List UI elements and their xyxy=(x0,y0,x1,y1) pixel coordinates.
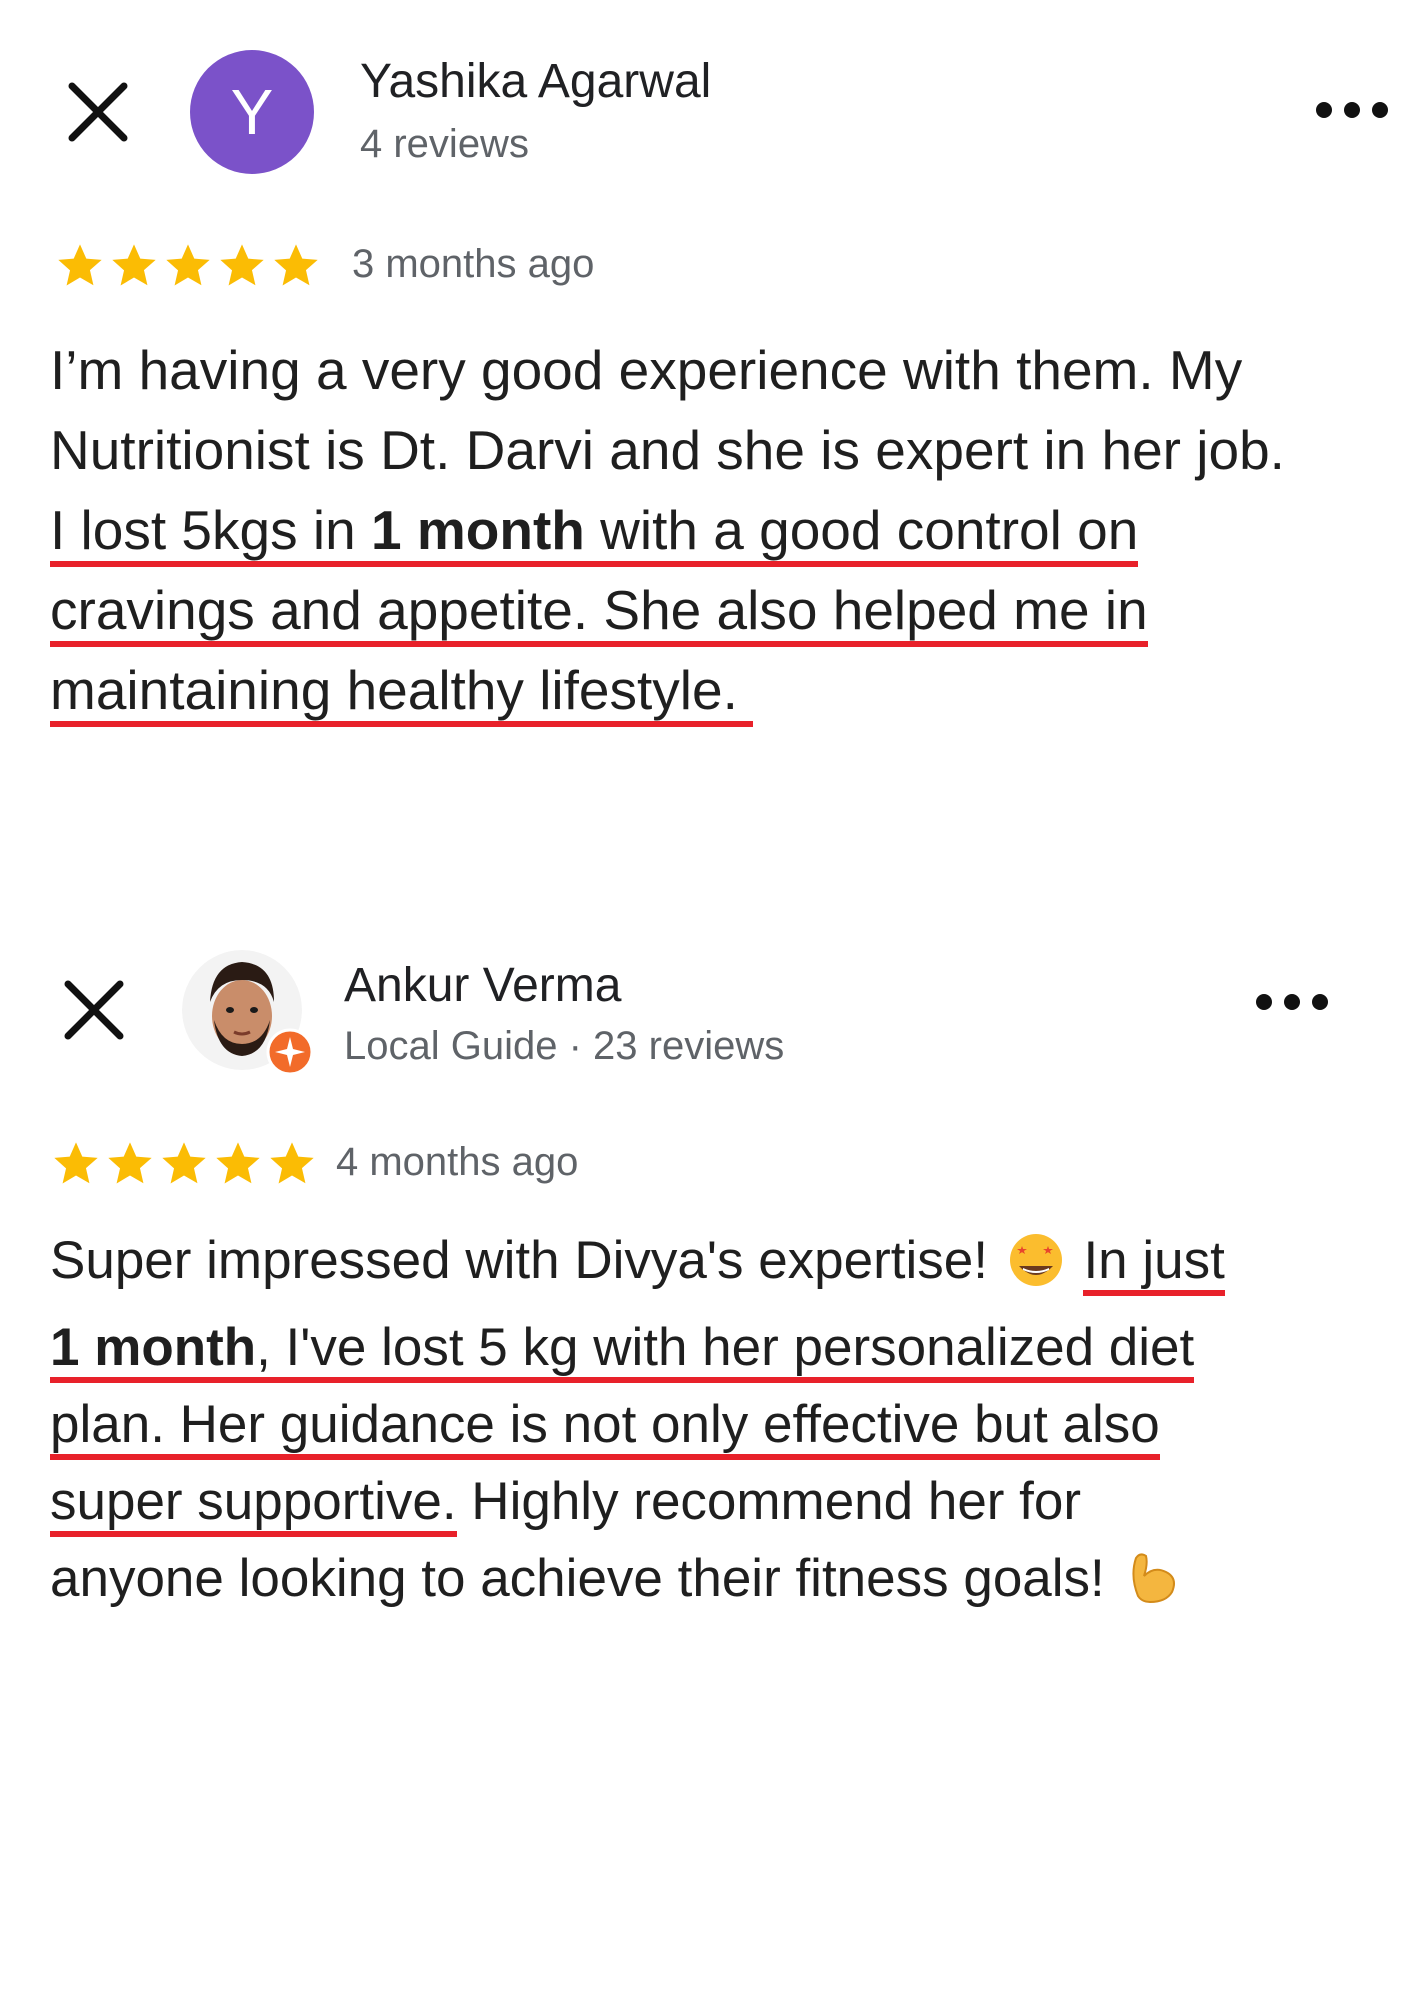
text-segment: with a good control on xyxy=(584,499,1139,561)
star-icon xyxy=(162,1142,206,1184)
star-struck-emoji-icon xyxy=(1003,1228,1069,1309)
star-icon xyxy=(166,244,210,286)
flexed-biceps-emoji-icon xyxy=(1120,1546,1184,1627)
star-icon xyxy=(270,1142,314,1184)
review-line: anyone looking to achieve their fitness … xyxy=(50,1540,1410,1627)
review-line: I’m having a very good experience with t… xyxy=(50,339,1243,401)
bold-text: 1 month xyxy=(370,499,585,561)
more-options-icon[interactable] xyxy=(1310,90,1394,130)
reviewer-meta: Local Guide · 23 reviews xyxy=(344,1024,785,1068)
bold-text: 1 month xyxy=(50,1318,257,1377)
review-line: cravings and appetite. She also helped m… xyxy=(50,570,1410,650)
star-rating xyxy=(50,1138,318,1190)
review-text: Super impressed with Divya's expertise! … xyxy=(50,1222,1410,1627)
text-segment: , I've lost 5 kg with her personalized d… xyxy=(256,1318,1195,1377)
highlighted-text: 1 month, I've lost 5 kg with her persona… xyxy=(50,1318,1195,1383)
highlighted-text: maintaining healthy lifestyle. xyxy=(50,659,754,727)
review-line: Super impressed with Divya's expertise! … xyxy=(50,1222,1410,1309)
close-icon[interactable] xyxy=(62,76,134,148)
star-icon xyxy=(112,244,156,286)
star-icon xyxy=(220,244,264,286)
review-line: Nutritionist is Dt. Darvi and she is exp… xyxy=(50,419,1285,481)
reviewer-name[interactable]: Yashika Agarwal xyxy=(360,54,711,109)
highlighted-text: cravings and appetite. She also helped m… xyxy=(50,579,1148,647)
local-guide-star-icon xyxy=(266,1028,314,1076)
close-icon[interactable] xyxy=(58,974,130,1046)
review-date: 3 months ago xyxy=(352,242,595,286)
star-rating xyxy=(54,240,322,292)
review-date: 4 months ago xyxy=(336,1140,579,1184)
star-icon xyxy=(58,244,102,286)
text-segment: anyone looking to achieve their fitness … xyxy=(50,1549,1120,1608)
review-line: plan. Her guidance is not only effective… xyxy=(50,1386,1410,1463)
reviewer-name[interactable]: Ankur Verma xyxy=(344,958,621,1013)
review-text: I’m having a very good experience with t… xyxy=(50,330,1410,730)
highlighted-text: I lost 5kgs in 1 month with a good contr… xyxy=(50,499,1139,567)
text-segment: Highly recommend her for xyxy=(456,1472,1082,1531)
star-icon xyxy=(54,1142,98,1184)
highlighted-text: In just xyxy=(1083,1231,1225,1296)
review-line: 1 month, I've lost 5 kg with her persona… xyxy=(50,1309,1410,1386)
highlighted-text: super supportive. xyxy=(50,1472,457,1537)
star-icon xyxy=(216,1142,260,1184)
text-segment: Super impressed with Divya's expertise! xyxy=(50,1231,1003,1290)
review-line: super supportive. Highly recommend her f… xyxy=(50,1463,1410,1540)
highlighted-text: plan. Her guidance is not only effective… xyxy=(50,1395,1160,1460)
review-line: maintaining healthy lifestyle. xyxy=(50,650,1410,730)
text-segment: I lost 5kgs in xyxy=(50,499,371,561)
avatar-letter: Y xyxy=(230,76,274,148)
more-options-icon[interactable] xyxy=(1250,982,1334,1022)
avatar[interactable]: Y xyxy=(190,50,314,174)
star-icon xyxy=(274,244,318,286)
review-line: I lost 5kgs in 1 month with a good contr… xyxy=(50,490,1410,570)
star-icon xyxy=(108,1142,152,1184)
reviewer-review-count: 4 reviews xyxy=(360,122,529,166)
avatar[interactable] xyxy=(182,950,314,1076)
